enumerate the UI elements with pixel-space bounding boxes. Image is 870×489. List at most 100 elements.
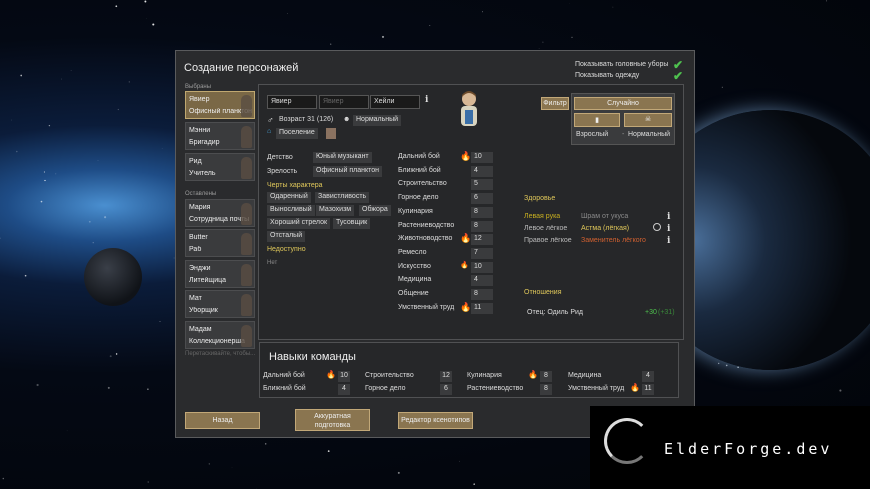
info-icon[interactable]: i xyxy=(667,236,670,246)
star xyxy=(330,43,332,45)
xenotype-editor-button[interactable]: Редактор ксенотипов xyxy=(398,412,473,429)
star xyxy=(152,23,155,26)
star xyxy=(109,355,112,358)
star xyxy=(429,24,431,26)
skill-value: 5 xyxy=(471,179,493,191)
star xyxy=(718,362,720,365)
trait-chip[interactable]: Хороший стрелок xyxy=(267,218,331,229)
info-icon[interactable]: i xyxy=(425,95,428,105)
character-creation-window: Создание персонажей Показывать головные … xyxy=(175,50,695,438)
star xyxy=(40,200,43,203)
pawn-card[interactable]: Мат Уборщик xyxy=(185,290,255,318)
team-skill-value: 4 xyxy=(642,371,654,382)
star xyxy=(721,86,723,88)
star xyxy=(264,443,267,445)
trait-chip[interactable]: Выносливый xyxy=(267,205,315,216)
relation-entry[interactable]: Отец: Одиль Рид xyxy=(527,309,583,316)
star xyxy=(826,0,827,2)
pawn-card[interactable]: Рид Учитель xyxy=(185,153,255,181)
pawn-portrait-icon xyxy=(241,157,252,179)
skill-value: 8 xyxy=(471,220,493,232)
relation-opinion: +30 xyxy=(645,309,657,316)
info-icon[interactable]: i xyxy=(667,224,670,234)
skill-value: 10 xyxy=(471,152,493,163)
star xyxy=(147,388,149,390)
unavailable-header: Недоступно xyxy=(267,246,306,253)
pawn-portrait-icon xyxy=(241,233,252,255)
nickname-input[interactable]: Явиер xyxy=(319,95,369,109)
star xyxy=(44,179,46,182)
pawn-card[interactable]: Мария Сотрудница почты xyxy=(185,199,255,227)
state-label: Нормальный xyxy=(628,131,671,138)
passion-flame-icon: 🔥 xyxy=(326,370,336,379)
star xyxy=(61,78,62,80)
star xyxy=(146,18,147,19)
star xyxy=(20,74,23,77)
neat-prep-button[interactable]: Аккуратная подготовка xyxy=(295,409,370,431)
faction-label[interactable]: Поселение xyxy=(276,128,318,139)
passion-flame-icon[interactable]: 🔥 xyxy=(460,151,471,162)
pawn-card[interactable]: Энджи Литейщица xyxy=(185,260,255,288)
toggle-headgear[interactable]: Показывать головные уборы ✔ xyxy=(575,58,683,72)
randomize-button[interactable]: Случайно xyxy=(574,97,672,110)
adult-stage-icon[interactable]: ▮ xyxy=(574,113,620,127)
trait-chip[interactable]: Мазохизм xyxy=(316,205,355,216)
pawn-portrait-icon xyxy=(241,203,252,225)
pawn-card[interactable]: Явиер Офисный планктон xyxy=(185,91,255,119)
back-button[interactable]: Назад xyxy=(185,412,260,429)
skill-value: 4 xyxy=(471,275,493,287)
team-skills-panel: Навыки команды Дальний бой 🔥 10 Строительст… xyxy=(259,342,679,398)
star xyxy=(381,35,385,38)
childhood-label: Детство xyxy=(267,154,293,161)
health-toggle-icon[interactable] xyxy=(653,223,661,231)
adulthood-value[interactable]: Офисный планктон xyxy=(313,166,383,177)
toggle-clothing[interactable]: Показывать одежду ✔ xyxy=(575,69,683,83)
skill-value: 8 xyxy=(471,206,493,218)
trait-chip[interactable]: Завистливость xyxy=(315,192,370,203)
star xyxy=(482,11,483,13)
skill-name: Искусство xyxy=(398,262,431,270)
relations-header: Отношения xyxy=(524,289,562,296)
pawn-portrait-icon xyxy=(241,126,252,148)
star xyxy=(117,108,119,111)
team-skill-value: 4 xyxy=(338,384,350,395)
randomize-box: Случайно ▮ ☠ Взрослый - Нормальный xyxy=(571,93,675,145)
star xyxy=(24,274,27,277)
group-left-label: Оставлены xyxy=(185,191,217,197)
filter-button[interactable]: Фильтр xyxy=(541,97,569,110)
team-skill-value: 6 xyxy=(440,384,452,395)
skill-name: Животноводство xyxy=(398,235,453,243)
childhood-value[interactable]: Юный музыкант xyxy=(313,152,372,163)
skill-name: Ближний бой xyxy=(398,166,441,174)
pawn-card[interactable]: Мадам Коллекционерша xyxy=(185,321,255,349)
star xyxy=(208,463,210,465)
pawn-card[interactable]: Butter Раб xyxy=(185,229,255,257)
star xyxy=(97,160,99,161)
health-condition[interactable]: Шрам от укуса xyxy=(581,213,628,220)
group-chosen-label: Выбраны xyxy=(185,84,212,90)
team-skill-name: Горное дело xyxy=(365,385,406,392)
separator: - xyxy=(622,131,625,138)
favorite-color-swatch[interactable] xyxy=(326,128,336,139)
passion-flame-icon[interactable]: 🔥 xyxy=(460,233,471,244)
skill-name: Медицина xyxy=(398,276,432,284)
trait-chip[interactable]: Тусовщик xyxy=(333,218,371,229)
skill-name: Умственный труд xyxy=(398,303,455,311)
team-skill-value: 11 xyxy=(642,384,654,395)
team-skills-header: Навыки команды xyxy=(269,351,356,363)
passion-flame-icon[interactable]: 🔥 xyxy=(460,302,471,313)
trait-chip[interactable]: Одаренный xyxy=(267,192,311,203)
last-name-input[interactable]: Хейли xyxy=(370,95,420,109)
trait-chip[interactable]: Отсталый xyxy=(267,231,306,242)
age-label: Возраст 31 (126) xyxy=(279,116,334,123)
skill-name: Кулинария xyxy=(398,207,433,215)
star xyxy=(115,353,118,355)
info-icon[interactable]: i xyxy=(667,212,670,222)
first-name-input[interactable]: Явиер xyxy=(267,95,317,109)
health-condition[interactable]: Заменитель лёгкого xyxy=(581,237,646,244)
health-condition[interactable]: Астма (лёгкая) xyxy=(581,225,629,232)
passion-flame-icon[interactable]: 🔥 xyxy=(460,261,469,269)
trait-chip[interactable]: Обжора xyxy=(359,205,391,216)
skull-icon[interactable]: ☠ xyxy=(624,113,672,127)
pawn-card[interactable]: Мэнни Бригадир xyxy=(185,122,255,150)
